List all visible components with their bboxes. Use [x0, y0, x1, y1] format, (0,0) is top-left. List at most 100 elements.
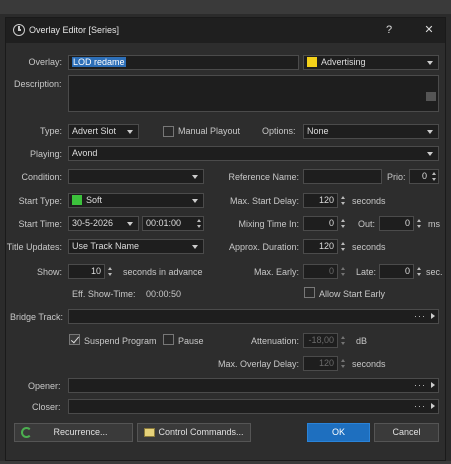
- attenuation-input[interactable]: -18,00: [303, 333, 338, 348]
- late-spin-icon[interactable]: [415, 264, 424, 279]
- title-updates-select[interactable]: Use Track Name: [68, 239, 204, 254]
- out-spin-icon[interactable]: [415, 216, 424, 231]
- start-type-value: Soft: [86, 195, 103, 205]
- max-overlay-delay-value: 120: [318, 358, 334, 368]
- more-icon[interactable]: ···: [414, 310, 426, 323]
- show-unit: seconds in advance: [123, 267, 203, 277]
- options-value: None: [307, 126, 329, 136]
- max-start-delay-value: 120: [318, 195, 334, 205]
- attenuation-unit: dB: [356, 336, 368, 346]
- max-early-spin-icon[interactable]: [339, 264, 348, 279]
- close-button[interactable]: ✕: [419, 21, 439, 39]
- prio-label: Prio:: [387, 172, 406, 182]
- show-label: Show:: [36, 267, 62, 277]
- title-updates-value: Use Track Name: [72, 241, 140, 251]
- allow-start-early-label: Allow Start Early: [319, 289, 386, 299]
- manual-playout-checkbox[interactable]: [163, 126, 174, 137]
- description-label: Description:: [14, 79, 62, 89]
- play-arrow-icon[interactable]: [431, 313, 435, 319]
- opener-picker[interactable]: ···: [68, 378, 439, 393]
- show-spin-icon[interactable]: [106, 264, 115, 279]
- clock-icon: [13, 24, 25, 36]
- overlay-name-input[interactable]: LOD redame: [68, 55, 299, 70]
- max-start-delay-input[interactable]: 120: [303, 193, 338, 208]
- recurrence-button[interactable]: Recurrence...: [14, 423, 133, 442]
- start-time-value: 00:01:00: [146, 218, 182, 228]
- start-date-picker[interactable]: 30-5-2026: [68, 216, 139, 231]
- spin-arrows-icon[interactable]: [197, 219, 202, 228]
- cancel-button[interactable]: Cancel: [374, 423, 439, 442]
- out-unit: ms: [428, 219, 440, 229]
- title-updates-label: Title Updates:: [6, 242, 62, 252]
- max-overlay-delay-input[interactable]: 120: [303, 356, 338, 371]
- bridge-track-picker[interactable]: ···: [68, 309, 439, 324]
- approx-duration-label: Approx. Duration:: [228, 242, 299, 252]
- late-input[interactable]: 0: [379, 264, 414, 279]
- ok-button[interactable]: OK: [307, 423, 370, 442]
- out-label: Out:: [358, 219, 376, 229]
- attenuation-spin-icon[interactable]: [339, 333, 348, 348]
- out-value: 0: [404, 218, 410, 228]
- suspend-program-checkbox[interactable]: [69, 334, 80, 345]
- mixing-time-in-label: Mixing Time In:: [238, 219, 299, 229]
- prio-stepper[interactable]: 0: [409, 169, 439, 184]
- title-bar[interactable]: Overlay Editor [Series] ? ✕: [6, 18, 445, 43]
- attenuation-label: Attenuation:: [250, 336, 299, 346]
- control-commands-button[interactable]: Control Commands...: [137, 423, 251, 442]
- play-arrow-icon[interactable]: [431, 403, 435, 409]
- out-input[interactable]: 0: [379, 216, 414, 231]
- prio-value: 0: [421, 171, 427, 181]
- reference-name-label: Reference Name:: [228, 172, 299, 182]
- background-window-strip: [0, 0, 451, 14]
- max-overlay-delay-spin-icon[interactable]: [339, 356, 348, 371]
- mixing-time-in-spin-icon[interactable]: [339, 216, 348, 231]
- playing-select[interactable]: Avond: [68, 146, 439, 161]
- command-icon: [144, 428, 155, 437]
- pause-label: Pause: [178, 336, 204, 346]
- approx-duration-input[interactable]: 120: [303, 239, 338, 254]
- overlay-category-select[interactable]: Advertising: [303, 55, 439, 70]
- condition-select[interactable]: [68, 169, 204, 184]
- pause-checkbox[interactable]: [163, 334, 174, 345]
- overlay-editor-dialog: Overlay Editor [Series] ? ✕ Overlay: LOD…: [5, 17, 446, 461]
- show-input[interactable]: 10: [68, 264, 105, 279]
- recurrence-label: Recurrence...: [53, 427, 108, 437]
- approx-duration-spin-icon[interactable]: [339, 239, 348, 254]
- type-select[interactable]: Advert Slot: [68, 124, 139, 139]
- play-arrow-icon[interactable]: [431, 382, 435, 388]
- start-time-label: Start Time:: [18, 219, 62, 229]
- start-date-value: 30-5-2026: [72, 218, 114, 228]
- max-overlay-delay-unit: seconds: [352, 359, 386, 369]
- allow-start-early-checkbox[interactable]: [304, 287, 315, 298]
- options-select[interactable]: None: [303, 124, 439, 139]
- max-early-input[interactable]: 0: [303, 264, 338, 279]
- start-time-stepper[interactable]: 00:01:00: [142, 216, 204, 231]
- eff-show-time-value: 00:00:50: [146, 289, 182, 299]
- description-scrollbar[interactable]: [426, 92, 436, 101]
- suspend-program-label: Suspend Program: [84, 336, 157, 346]
- max-start-delay-unit: seconds: [352, 196, 386, 206]
- late-label: Late:: [356, 267, 377, 277]
- window-title: Overlay Editor [Series]: [29, 25, 120, 35]
- mixing-time-in-input[interactable]: 0: [303, 216, 338, 231]
- max-start-delay-spin-icon[interactable]: [339, 193, 348, 208]
- approx-duration-unit: seconds: [352, 242, 386, 252]
- type-label: Type:: [39, 126, 62, 136]
- closer-picker[interactable]: ···: [68, 399, 439, 414]
- help-button[interactable]: ?: [379, 21, 399, 39]
- reference-name-input[interactable]: [303, 169, 382, 184]
- show-value: 10: [90, 266, 101, 276]
- overlay-label: Overlay:: [28, 57, 62, 67]
- playing-value: Avond: [72, 148, 98, 158]
- more-icon[interactable]: ···: [414, 379, 426, 392]
- spin-arrows-icon[interactable]: [432, 172, 437, 181]
- more-icon[interactable]: ···: [414, 400, 426, 413]
- max-start-delay-label: Max. Start Delay:: [229, 196, 299, 206]
- late-unit: sec.: [426, 267, 443, 277]
- description-textarea[interactable]: [68, 75, 439, 112]
- max-early-label: Max. Early:: [253, 267, 299, 277]
- recurrence-icon: [21, 427, 32, 438]
- bridge-track-label: Bridge Track:: [10, 312, 64, 322]
- start-type-select[interactable]: Soft: [68, 193, 204, 208]
- control-commands-label: Control Commands...: [158, 427, 244, 437]
